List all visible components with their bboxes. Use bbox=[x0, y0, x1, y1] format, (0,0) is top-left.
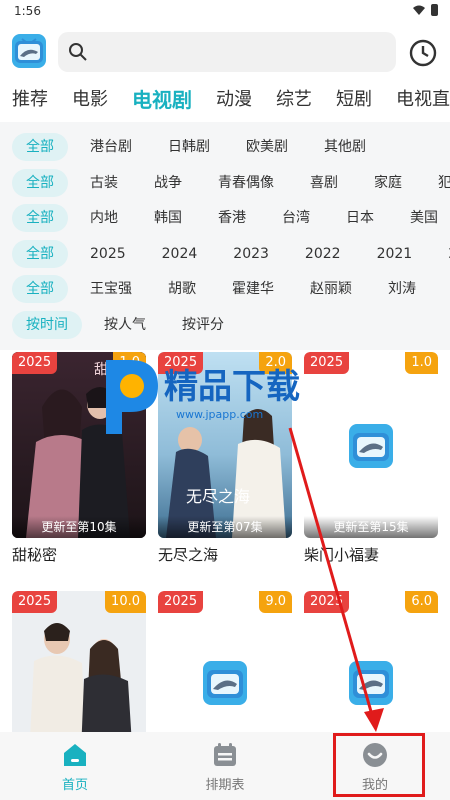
watermark-logo: 精品下载 www.jpapp.com bbox=[100, 352, 360, 442]
shark-tv-icon bbox=[15, 38, 43, 63]
battery-icon bbox=[431, 4, 438, 16]
search-input[interactable] bbox=[58, 32, 396, 72]
filter-chip[interactable]: 日本 bbox=[332, 204, 388, 232]
filter-chip[interactable]: 全部 bbox=[12, 240, 68, 268]
filter-chip[interactable]: 欧美剧 bbox=[232, 133, 302, 161]
filter-chip[interactable]: 2021 bbox=[363, 240, 427, 268]
tab-anime[interactable]: 动漫 bbox=[204, 82, 264, 118]
score-badge: 6.0 bbox=[405, 591, 438, 613]
watermark-title: 精品下载 bbox=[164, 367, 300, 407]
sort-chip[interactable]: 按人气 bbox=[90, 311, 160, 339]
tab-movies[interactable]: 电影 bbox=[60, 82, 120, 118]
filter-chip[interactable]: 台湾 bbox=[268, 204, 324, 232]
status-icons bbox=[413, 4, 438, 16]
episode-status: 更新至第15集 bbox=[304, 516, 438, 538]
filter-chip[interactable]: 韩国 bbox=[140, 204, 196, 232]
status-time: 1:56 bbox=[14, 4, 41, 18]
year-badge: 2025 bbox=[158, 591, 204, 613]
card-title: 无尽之海 bbox=[158, 546, 219, 564]
drama-card[interactable]: 2025 9.0 bbox=[158, 591, 292, 732]
year-badge: 2025 bbox=[12, 352, 58, 374]
wifi-icon bbox=[413, 5, 425, 15]
history-icon[interactable] bbox=[408, 38, 438, 68]
filter-chip[interactable]: 刘涛 bbox=[374, 275, 430, 303]
filter-row-type: 全部 港台剧 日韩剧 欧美剧 其他剧 bbox=[12, 133, 388, 161]
placeholder-logo-icon bbox=[203, 661, 247, 705]
drama-card[interactable]: 2025 6.0 bbox=[304, 591, 438, 732]
schedule-icon bbox=[214, 743, 236, 766]
card-title: 柴门小福妻 bbox=[304, 546, 380, 564]
filter-chip[interactable]: 20 bbox=[434, 240, 450, 268]
card-title: 甜秘密 bbox=[12, 546, 58, 564]
nav-schedule[interactable]: 排期表 bbox=[150, 732, 300, 800]
filter-chip[interactable]: 古装 bbox=[76, 169, 132, 197]
status-bar: 1:56 bbox=[0, 0, 450, 22]
filter-chip[interactable]: 犯 bbox=[424, 169, 450, 197]
filter-row-year: 全部 2025 2024 2023 2022 2021 20 bbox=[12, 240, 450, 268]
filter-chip[interactable]: 2022 bbox=[291, 240, 355, 268]
nav-home[interactable]: 首页 bbox=[0, 732, 150, 800]
filter-panel: 全部 港台剧 日韩剧 欧美剧 其他剧 全部 古装 战争 青春偶像 喜剧 家庭 犯… bbox=[0, 122, 450, 350]
poster-image: 2025 6.0 bbox=[304, 591, 438, 732]
filter-chip[interactable]: 战争 bbox=[140, 169, 196, 197]
filter-row-actor: 全部 王宝强 胡歌 霍建华 赵丽颖 刘涛 bbox=[12, 275, 438, 303]
filter-chip[interactable]: 赵丽颖 bbox=[296, 275, 366, 303]
filter-chip[interactable]: 香港 bbox=[204, 204, 260, 232]
score-badge: 9.0 bbox=[259, 591, 292, 613]
filter-chip[interactable]: 青春偶像 bbox=[204, 169, 288, 197]
sort-chip[interactable]: 按时间 bbox=[12, 311, 82, 339]
filter-chip[interactable]: 喜剧 bbox=[296, 169, 352, 197]
filter-chip[interactable]: 美国 bbox=[396, 204, 450, 232]
nav-label: 排期表 bbox=[205, 778, 245, 793]
filter-chip[interactable]: 2024 bbox=[148, 240, 212, 268]
episode-status: 更新至第10集 bbox=[12, 516, 146, 538]
episode-status: 更新至第07集 bbox=[158, 516, 292, 538]
drama-card[interactable]: 2025 10.0 bbox=[12, 591, 146, 732]
search-icon bbox=[69, 43, 87, 61]
filter-chip[interactable]: 全部 bbox=[12, 133, 68, 161]
filter-chip[interactable]: 日韩剧 bbox=[154, 133, 224, 161]
placeholder-logo-icon bbox=[349, 661, 393, 705]
filter-chip[interactable]: 家庭 bbox=[360, 169, 416, 197]
poster-image: 2025 10.0 bbox=[12, 591, 146, 732]
filter-chip[interactable]: 其他剧 bbox=[310, 133, 380, 161]
annotation-highlight-box bbox=[333, 733, 425, 797]
app-logo[interactable] bbox=[12, 34, 46, 68]
top-bar bbox=[0, 30, 450, 76]
tab-variety[interactable]: 综艺 bbox=[264, 82, 324, 118]
nav-label: 首页 bbox=[61, 778, 88, 793]
filter-chip[interactable]: 全部 bbox=[12, 169, 68, 197]
score-badge: 1.0 bbox=[405, 352, 438, 374]
filter-chip[interactable]: 胡歌 bbox=[154, 275, 210, 303]
tab-short-drama[interactable]: 短剧 bbox=[324, 82, 384, 118]
filter-row-genre: 全部 古装 战争 青春偶像 喜剧 家庭 犯 bbox=[12, 169, 450, 197]
year-badge: 2025 bbox=[304, 591, 350, 613]
category-tabs: 推荐 电影 电视剧 动漫 综艺 短剧 电视直 bbox=[0, 82, 450, 118]
year-badge: 2025 bbox=[12, 591, 58, 613]
filter-chip[interactable]: 港台剧 bbox=[76, 133, 146, 161]
watermark-url: www.jpapp.com bbox=[176, 408, 263, 421]
filter-chip[interactable]: 内地 bbox=[76, 204, 132, 232]
filter-chip[interactable]: 霍建华 bbox=[218, 275, 288, 303]
watermark-p-icon: 精品下载 www.jpapp.com bbox=[106, 360, 300, 434]
filter-row-region: 全部 内地 韩国 香港 台湾 日本 美国 bbox=[12, 204, 450, 232]
sort-chip[interactable]: 按评分 bbox=[168, 311, 238, 339]
score-badge: 10.0 bbox=[105, 591, 146, 613]
filter-chip[interactable]: 2025 bbox=[76, 240, 140, 268]
home-icon bbox=[64, 744, 86, 766]
filter-chip[interactable]: 2023 bbox=[219, 240, 283, 268]
poster-image: 2025 9.0 bbox=[158, 591, 292, 732]
tab-tv-live[interactable]: 电视直 bbox=[384, 82, 450, 118]
tab-tv-series[interactable]: 电视剧 bbox=[120, 82, 204, 118]
filter-chip[interactable]: 王宝强 bbox=[76, 275, 146, 303]
filter-row-sort: 按时间 按人气 按评分 bbox=[12, 311, 246, 339]
tab-recommend[interactable]: 推荐 bbox=[0, 82, 60, 118]
filter-chip[interactable]: 全部 bbox=[12, 275, 68, 303]
filter-chip[interactable]: 全部 bbox=[12, 204, 68, 232]
poster-calligraphy: 无尽之海 bbox=[186, 487, 250, 506]
